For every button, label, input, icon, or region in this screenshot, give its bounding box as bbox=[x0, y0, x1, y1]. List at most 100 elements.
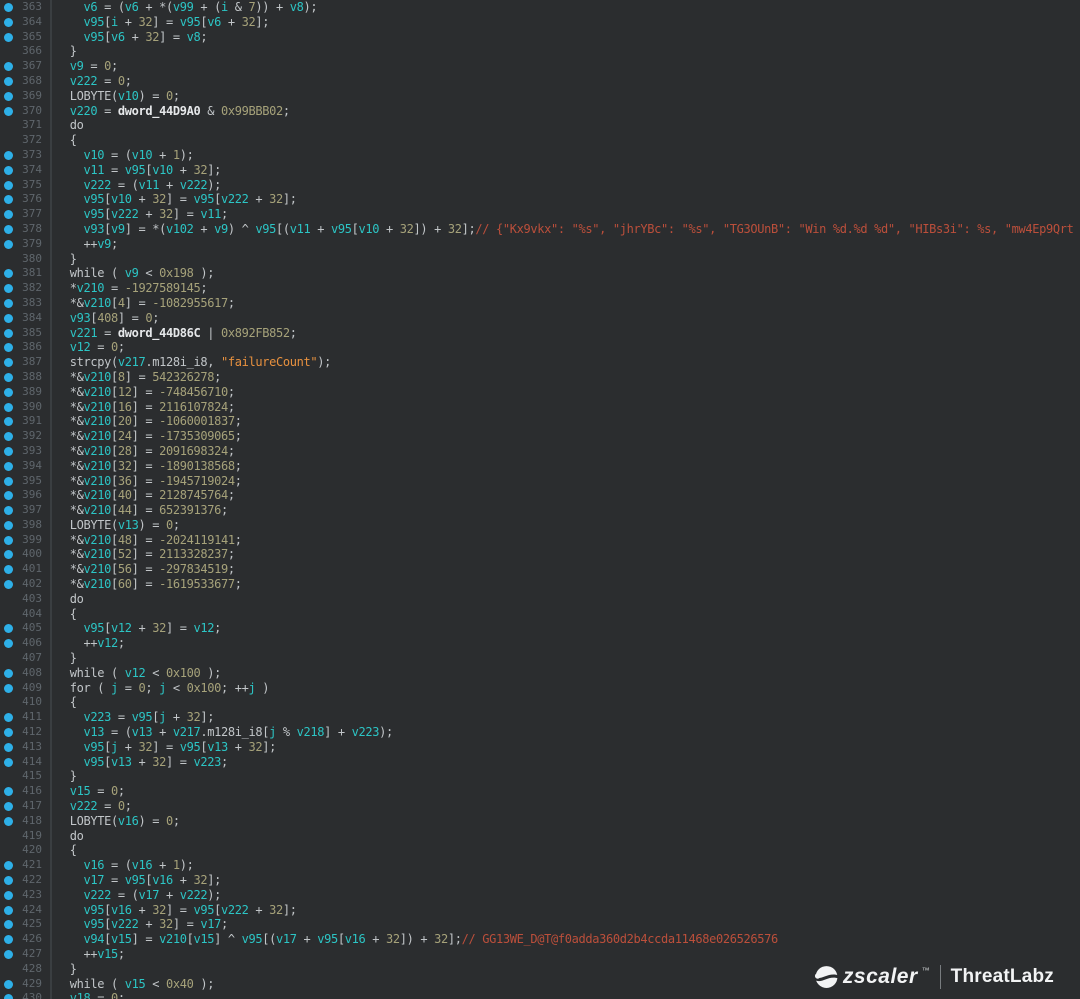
code-line[interactable]: 391 *&v210[20] = -1060001837; bbox=[0, 414, 1080, 429]
code-text[interactable]: v95[v222 + 32] = v17; bbox=[52, 917, 228, 932]
breakpoint-icon[interactable] bbox=[4, 491, 13, 500]
breakpoint-icon[interactable] bbox=[4, 876, 13, 885]
code-line[interactable]: 376 v95[v10 + 32] = v95[v222 + 32]; bbox=[0, 192, 1080, 207]
code-line[interactable]: 425 v95[v222 + 32] = v17; bbox=[0, 917, 1080, 932]
breakpoint-icon[interactable] bbox=[4, 447, 13, 456]
code-text[interactable]: *&v210[4] = -1082955617; bbox=[52, 296, 235, 311]
code-line[interactable]: 430 v18 = 0; bbox=[0, 991, 1080, 999]
breakpoint-icon[interactable] bbox=[4, 77, 13, 86]
breakpoint-icon[interactable] bbox=[4, 373, 13, 382]
code-text[interactable]: *&v210[20] = -1060001837; bbox=[52, 414, 242, 429]
code-line[interactable]: 384 v93[408] = 0; bbox=[0, 311, 1080, 326]
breakpoint-icon[interactable] bbox=[4, 33, 13, 42]
code-text[interactable]: { bbox=[52, 607, 77, 622]
code-text[interactable]: v6 = (v6 + *(v99 + (i & 7)) + v8); bbox=[52, 0, 317, 15]
code-text[interactable]: v93[v9] = *(v102 + v9) ^ v95[(v11 + v95[… bbox=[52, 222, 1073, 237]
code-line[interactable]: 402 *&v210[60] = -1619533677; bbox=[0, 577, 1080, 592]
pseudocode-view[interactable]: 363 v6 = (v6 + *(v99 + (i & 7)) + v8); 36… bbox=[0, 0, 1080, 999]
breakpoint-icon[interactable] bbox=[4, 210, 13, 219]
breakpoint-icon[interactable] bbox=[4, 432, 13, 441]
code-line[interactable]: 394 *&v210[32] = -1890138568; bbox=[0, 459, 1080, 474]
code-text[interactable]: } bbox=[52, 651, 77, 666]
code-text[interactable]: v16 = (v16 + 1); bbox=[52, 858, 194, 873]
breakpoint-icon[interactable] bbox=[4, 329, 13, 338]
breakpoint-icon[interactable] bbox=[4, 269, 13, 278]
code-line[interactable]: 419 do bbox=[0, 829, 1080, 844]
code-text[interactable]: v94[v15] = v210[v15] ^ v95[(v17 + v95[v1… bbox=[52, 932, 778, 947]
code-line[interactable]: 424 v95[v16 + 32] = v95[v222 + 32]; bbox=[0, 903, 1080, 918]
breakpoint-icon[interactable] bbox=[4, 3, 13, 12]
code-line[interactable]: 386 v12 = 0; bbox=[0, 340, 1080, 355]
code-line[interactable]: 363 v6 = (v6 + *(v99 + (i & 7)) + v8); bbox=[0, 0, 1080, 15]
breakpoint-icon[interactable] bbox=[4, 728, 13, 737]
code-line[interactable]: 392 *&v210[24] = -1735309065; bbox=[0, 429, 1080, 444]
breakpoint-icon[interactable] bbox=[4, 817, 13, 826]
code-line[interactable]: 365 v95[v6 + 32] = v8; bbox=[0, 30, 1080, 45]
code-text[interactable]: *&v210[52] = 2113328237; bbox=[52, 547, 235, 562]
breakpoint-icon[interactable] bbox=[4, 62, 13, 71]
code-line[interactable]: 420 { bbox=[0, 843, 1080, 858]
code-text[interactable]: v13 = (v13 + v217.m128i_i8[j % v218] + v… bbox=[52, 725, 393, 740]
code-line[interactable]: 411 v223 = v95[j + 32]; bbox=[0, 710, 1080, 725]
code-line[interactable]: 368 v222 = 0; bbox=[0, 74, 1080, 89]
code-line[interactable]: 421 v16 = (v16 + 1); bbox=[0, 858, 1080, 873]
breakpoint-icon[interactable] bbox=[4, 299, 13, 308]
code-line[interactable]: 366 } bbox=[0, 44, 1080, 59]
code-text[interactable]: } bbox=[52, 769, 77, 784]
breakpoint-icon[interactable] bbox=[4, 151, 13, 160]
code-text[interactable]: LOBYTE(v10) = 0; bbox=[52, 89, 180, 104]
code-text[interactable]: v95[v222 + 32] = v11; bbox=[52, 207, 228, 222]
breakpoint-icon[interactable] bbox=[4, 565, 13, 574]
code-text[interactable]: v11 = v95[v10 + 32]; bbox=[52, 163, 221, 178]
breakpoint-icon[interactable] bbox=[4, 624, 13, 633]
breakpoint-icon[interactable] bbox=[4, 950, 13, 959]
code-text[interactable]: v12 = 0; bbox=[52, 340, 125, 355]
code-text[interactable]: strcpy(v217.m128i_i8, "failureCount"); bbox=[52, 355, 331, 370]
breakpoint-icon[interactable] bbox=[4, 580, 13, 589]
code-line[interactable]: 423 v222 = (v17 + v222); bbox=[0, 888, 1080, 903]
code-text[interactable]: v95[v12 + 32] = v12; bbox=[52, 621, 221, 636]
code-text[interactable]: *&v210[24] = -1735309065; bbox=[52, 429, 242, 444]
code-text[interactable]: *&v210[16] = 2116107824; bbox=[52, 400, 235, 415]
code-line[interactable]: 418 LOBYTE(v16) = 0; bbox=[0, 814, 1080, 829]
code-text[interactable]: v17 = v95[v16 + 32]; bbox=[52, 873, 221, 888]
code-line[interactable]: 370 v220 = dword_44D9A0 & 0x99BBB02; bbox=[0, 104, 1080, 119]
breakpoint-icon[interactable] bbox=[4, 684, 13, 693]
code-text[interactable]: *v210 = -1927589145; bbox=[52, 281, 207, 296]
code-text[interactable]: *&v210[12] = -748456710; bbox=[52, 385, 235, 400]
code-text[interactable]: *&v210[32] = -1890138568; bbox=[52, 459, 242, 474]
code-text[interactable]: *&v210[28] = 2091698324; bbox=[52, 444, 235, 459]
breakpoint-icon[interactable] bbox=[4, 92, 13, 101]
code-text[interactable]: LOBYTE(v13) = 0; bbox=[52, 518, 180, 533]
code-line[interactable]: 382 *v210 = -1927589145; bbox=[0, 281, 1080, 296]
code-line[interactable]: 427 ++v15; bbox=[0, 947, 1080, 962]
breakpoint-icon[interactable] bbox=[4, 891, 13, 900]
breakpoint-icon[interactable] bbox=[4, 980, 13, 989]
code-line[interactable]: 378 v93[v9] = *(v102 + v9) ^ v95[(v11 + … bbox=[0, 222, 1080, 237]
code-line[interactable]: 404 { bbox=[0, 607, 1080, 622]
code-line[interactable]: 379 ++v9; bbox=[0, 237, 1080, 252]
code-text[interactable]: { bbox=[52, 695, 77, 710]
code-text[interactable]: v95[v16 + 32] = v95[v222 + 32]; bbox=[52, 903, 297, 918]
code-text[interactable]: ++v15; bbox=[52, 947, 125, 962]
code-line[interactable]: 395 *&v210[36] = -1945719024; bbox=[0, 474, 1080, 489]
code-text[interactable]: v95[v6 + 32] = v8; bbox=[52, 30, 207, 45]
code-line[interactable]: 389 *&v210[12] = -748456710; bbox=[0, 385, 1080, 400]
code-line[interactable]: 388 *&v210[8] = 542326278; bbox=[0, 370, 1080, 385]
code-text[interactable]: v95[v13 + 32] = v223; bbox=[52, 755, 228, 770]
breakpoint-icon[interactable] bbox=[4, 403, 13, 412]
code-line[interactable]: 375 v222 = (v11 + v222); bbox=[0, 178, 1080, 193]
breakpoint-icon[interactable] bbox=[4, 743, 13, 752]
code-line[interactable]: 403 do bbox=[0, 592, 1080, 607]
code-line[interactable]: 398 LOBYTE(v13) = 0; bbox=[0, 518, 1080, 533]
code-line[interactable]: 377 v95[v222 + 32] = v11; bbox=[0, 207, 1080, 222]
code-line[interactable]: 396 *&v210[40] = 2128745764; bbox=[0, 488, 1080, 503]
code-text[interactable]: *&v210[60] = -1619533677; bbox=[52, 577, 242, 592]
code-text[interactable]: v95[j + 32] = v95[v13 + 32]; bbox=[52, 740, 276, 755]
code-line[interactable]: 400 *&v210[52] = 2113328237; bbox=[0, 547, 1080, 562]
code-line[interactable]: 408 while ( v12 < 0x100 ); bbox=[0, 666, 1080, 681]
breakpoint-icon[interactable] bbox=[4, 225, 13, 234]
code-text[interactable]: v93[408] = 0; bbox=[52, 311, 159, 326]
code-line[interactable]: 374 v11 = v95[v10 + 32]; bbox=[0, 163, 1080, 178]
code-text[interactable]: } bbox=[52, 962, 77, 977]
